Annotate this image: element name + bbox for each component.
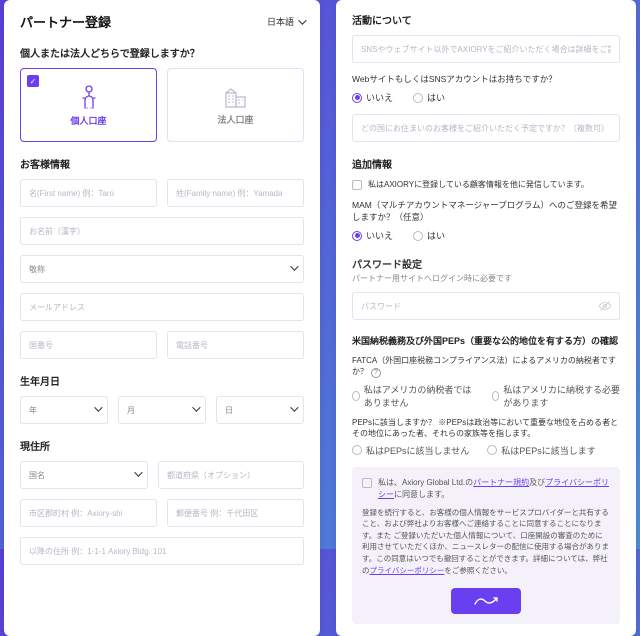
mam-no[interactable]: いいえ [352, 229, 393, 242]
policy-body: 登録を続行すると、お客様の個人情報をサービスプロバイダーと共有すること、および弊… [362, 507, 610, 577]
radio-icon [352, 391, 360, 401]
agree-checkbox[interactable] [362, 478, 372, 488]
policy-block: 私は、Axiory Global Ltd.のパートナー規約及びプライバシーポリシ… [352, 467, 620, 625]
radio-icon [352, 231, 362, 241]
has-site-question: WebサイトもしくはSNSアカウントはお持ちですか？ [352, 73, 620, 85]
fatca-question: FATCA（外国口座税務コンプライアンス法）によるアメリカの納税者ですか？? [352, 355, 620, 378]
first-name-input[interactable] [20, 179, 157, 207]
peps-question: PEPsに該当しますか？ ※PEPsは政治等において重要な地位を占める者とその地… [352, 417, 620, 439]
radio-icon [352, 445, 362, 455]
dob-day-select[interactable]: 日 [216, 396, 304, 424]
agree-text: 私は、Axiory Global Ltd.のパートナー規約及びプライバシーポリシ… [378, 477, 610, 501]
additional-heading: 追加情報 [352, 156, 620, 171]
consent-checkbox[interactable] [352, 180, 362, 190]
panel-activity: 活動について WebサイトもしくはSNSアカウントはお持ちですか？ いいえ はい… [336, 0, 636, 636]
eye-icon[interactable] [598, 299, 612, 313]
check-icon: ✓ [27, 75, 39, 87]
has-site-no[interactable]: いいえ [352, 91, 393, 104]
privacy-link-2[interactable]: プライバシーポリシー [370, 566, 445, 575]
password-input[interactable] [352, 292, 620, 320]
email-input[interactable] [20, 293, 304, 321]
fatca-opt2[interactable]: 私はアメリカに納税する必要があります [492, 383, 620, 409]
prefecture-input[interactable] [158, 461, 304, 489]
radio-icon [492, 391, 500, 401]
password-note: パートナー用サイトへログイン時に必要です [352, 273, 620, 284]
submit-button[interactable] [451, 588, 521, 614]
compliance-heading: 米国納税義務及び外国PEPs（重要な公的地位を有する方）の確認 [352, 334, 620, 347]
peps-opt2[interactable]: 私はPEPsに該当します [487, 444, 596, 457]
language-selector[interactable]: 日本語 [267, 15, 304, 28]
dob-year-select[interactable]: 年 [20, 396, 108, 424]
radio-icon [352, 93, 362, 103]
channel-input[interactable] [352, 35, 620, 63]
title-select-value: 敬称 [20, 255, 304, 283]
has-site-yes[interactable]: はい [413, 91, 445, 104]
partner-terms-link[interactable]: パートナー規約 [473, 478, 529, 487]
dob-month-select[interactable]: 月 [118, 396, 206, 424]
customer-info-heading: お客様情報 [20, 156, 304, 171]
consent-text: 私はAXIORYに登録している顧客情報を他に発信しています。 [368, 179, 589, 191]
radio-icon [413, 93, 423, 103]
address-heading: 現住所 [20, 438, 304, 453]
password-heading: パスワード設定 [352, 256, 620, 271]
info-icon[interactable]: ? [371, 368, 381, 378]
account-type-individual[interactable]: ✓ 個人口座 [20, 68, 157, 142]
account-type-question: 個人または法人どちらで登録しますか？ [20, 45, 304, 60]
chevron-down-icon [298, 16, 306, 24]
panel-partner-register: パートナー登録 日本語 個人または法人どちらで登録しますか？ ✓ 個人口座 法人… [4, 0, 320, 636]
account-type-corporate-label: 法人口座 [217, 113, 253, 126]
postal-input[interactable] [167, 499, 304, 527]
account-type-corporate[interactable]: 法人口座 [167, 68, 304, 142]
activity-heading: 活動について [352, 12, 620, 27]
page-title: パートナー登録 [20, 12, 111, 31]
region-input[interactable] [352, 114, 620, 142]
language-label: 日本語 [267, 15, 294, 28]
peps-opt1[interactable]: 私はPEPsに該当しません [352, 444, 469, 457]
fatca-opt1[interactable]: 私はアメリカの納税者ではありません [352, 383, 474, 409]
person-icon [78, 84, 100, 110]
address-rest-input[interactable] [20, 537, 304, 565]
phone-input[interactable] [167, 331, 304, 359]
radio-icon [487, 445, 497, 455]
building-icon [223, 85, 249, 109]
account-type-individual-label: 個人口座 [70, 114, 106, 127]
radio-icon [413, 231, 423, 241]
country-select[interactable]: 国名 [20, 461, 148, 489]
country-code-input[interactable] [20, 331, 157, 359]
name-kanji-input[interactable] [20, 217, 304, 245]
mam-question: MAM（マルチアカウントマネージャープログラム）へのご登録を希望しますか？（任意… [352, 199, 620, 223]
city-input[interactable] [20, 499, 157, 527]
last-name-input[interactable] [167, 179, 304, 207]
dob-heading: 生年月日 [20, 373, 304, 388]
title-select[interactable]: 敬称 [20, 255, 304, 283]
mam-yes[interactable]: はい [413, 229, 445, 242]
